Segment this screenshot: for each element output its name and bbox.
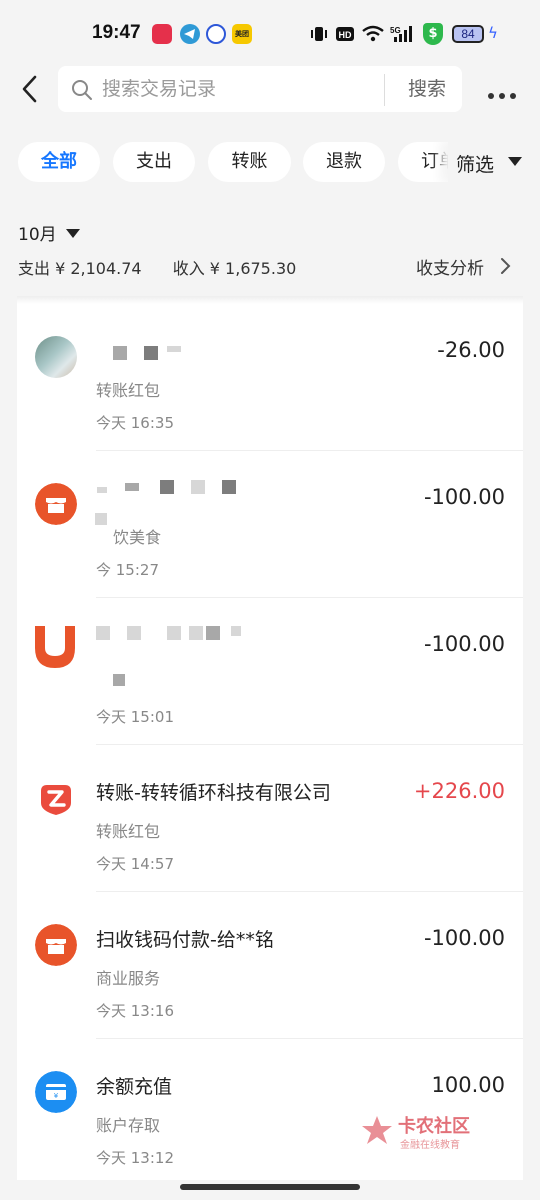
redacted-text bbox=[206, 626, 220, 640]
shop-icon bbox=[35, 924, 77, 966]
tab-expense[interactable]: 支出 bbox=[113, 142, 195, 182]
redacted-text bbox=[191, 480, 205, 494]
transaction-list: 转账红包 今天 16:35 -26.00 饮美食 今 15:27 -100.00 bbox=[17, 296, 523, 1180]
item-title: 转账-转转循环科技有限公司 bbox=[96, 782, 331, 804]
redacted-text bbox=[222, 480, 236, 494]
item-category: 转账红包 bbox=[96, 822, 161, 841]
battery-icon: 84 bbox=[452, 25, 484, 43]
header: 搜索 bbox=[0, 64, 540, 114]
redacted-text bbox=[144, 346, 158, 360]
redacted-text bbox=[160, 480, 174, 494]
month-label: 10月 bbox=[18, 225, 57, 245]
item-amount: -26.00 bbox=[437, 338, 505, 362]
filter-label: 筛选 bbox=[456, 154, 495, 176]
item-amount: -100.00 bbox=[423, 632, 505, 656]
recharge-icon: ¥ bbox=[35, 1071, 77, 1113]
shield-icon: $ bbox=[423, 23, 443, 45]
search-divider bbox=[384, 74, 385, 106]
shop-icon bbox=[35, 483, 77, 525]
chevron-right-icon[interactable] bbox=[498, 257, 512, 275]
item-time: 今 15:27 bbox=[96, 561, 159, 579]
status-bar: 19:47 美团 HD 5G $ 84 ϟ bbox=[0, 0, 540, 64]
redacted-text bbox=[113, 674, 125, 686]
analysis-link[interactable]: 收支分析 bbox=[416, 254, 484, 279]
item-category: 饮美食 bbox=[113, 528, 162, 547]
status-time: 19:47 bbox=[92, 22, 141, 43]
item-title: 余额充值 bbox=[96, 1076, 173, 1098]
item-time: 今天 14:57 bbox=[96, 855, 174, 873]
watermark-subtitle: 金融在线教育 bbox=[400, 1140, 460, 1151]
search-box[interactable]: 搜索 bbox=[58, 66, 462, 112]
month-selector[interactable]: 10月 bbox=[18, 220, 80, 246]
meituan-icon: 美团 bbox=[232, 24, 252, 44]
more-icon[interactable] bbox=[488, 84, 522, 99]
vibrate-icon bbox=[311, 27, 327, 41]
item-amount: -100.00 bbox=[423, 926, 505, 950]
svg-text:HD: HD bbox=[339, 30, 352, 40]
item-amount: -100.00 bbox=[423, 485, 505, 509]
kanong-logo-icon bbox=[362, 1116, 392, 1144]
caret-down-icon bbox=[66, 229, 80, 238]
month-totals: 支出 ¥ 2,104.74 收入 ¥ 1,675.30 bbox=[18, 255, 322, 279]
avatar bbox=[35, 336, 77, 378]
item-amount: 100.00 bbox=[431, 1073, 505, 1097]
list-item[interactable]: 转账-转转循环科技有限公司 转账红包 今天 14:57 +226.00 bbox=[17, 745, 523, 892]
tab-all[interactable]: 全部 bbox=[18, 142, 100, 182]
item-category: 账户存取 bbox=[96, 1116, 161, 1135]
magnet-icon bbox=[35, 626, 75, 668]
search-icon bbox=[72, 80, 92, 100]
redacted-text bbox=[189, 626, 203, 640]
item-time: 今天 16:35 bbox=[96, 414, 174, 432]
redacted-text bbox=[167, 346, 181, 352]
filter-button[interactable]: 筛选 bbox=[448, 140, 540, 184]
music-icon bbox=[152, 24, 172, 44]
watermark: 卡农社区 金融在线教育 bbox=[360, 1112, 480, 1152]
zhuanzhuan-icon bbox=[35, 777, 77, 819]
list-item[interactable]: 转账红包 今天 16:35 -26.00 bbox=[17, 304, 523, 451]
tab-transfer[interactable]: 转账 bbox=[208, 142, 291, 182]
item-time: 今天 13:16 bbox=[96, 1002, 174, 1020]
redacted-text bbox=[231, 626, 241, 636]
filter-tabs: 全部 支出 转账 退款 订单 筛选 bbox=[0, 140, 540, 184]
redacted-text bbox=[96, 626, 110, 640]
item-category: 商业服务 bbox=[96, 969, 161, 988]
redacted-text bbox=[125, 483, 139, 491]
home-indicator[interactable] bbox=[180, 1184, 360, 1190]
list-item[interactable]: ¥ 余额充值 账户存取 今天 13:12 100.00 bbox=[17, 1039, 523, 1180]
svg-text:¥: ¥ bbox=[54, 1092, 59, 1100]
redacted-text bbox=[113, 346, 127, 360]
income-total: 收入 ¥ 1,675.30 bbox=[172, 259, 297, 278]
watermark-title: 卡农社区 bbox=[398, 1116, 470, 1137]
back-icon[interactable] bbox=[16, 72, 46, 106]
item-time: 今天 13:12 bbox=[96, 1149, 174, 1167]
redacted-text bbox=[167, 626, 181, 640]
expense-total: 支出 ¥ 2,104.74 bbox=[18, 259, 142, 278]
list-item[interactable]: 扫收钱码付款-给**铭 商业服务 今天 13:16 -100.00 bbox=[17, 892, 523, 1039]
item-amount: +226.00 bbox=[413, 779, 505, 803]
svg-text:5G: 5G bbox=[390, 26, 401, 35]
telegram-icon bbox=[180, 24, 200, 44]
list-item[interactable]: 今天 15:01 -100.00 bbox=[17, 598, 523, 745]
baidu-icon bbox=[206, 24, 226, 44]
charging-icon: ϟ bbox=[488, 24, 498, 42]
redacted-text bbox=[95, 513, 107, 525]
list-item[interactable]: 饮美食 今 15:27 -100.00 bbox=[17, 451, 523, 598]
caret-down-icon bbox=[508, 157, 522, 166]
wifi-icon bbox=[362, 25, 384, 42]
tab-refund[interactable]: 退款 bbox=[303, 142, 385, 182]
redacted-text bbox=[127, 626, 141, 640]
5g-signal-icon: 5G bbox=[390, 26, 412, 42]
hd-icon: HD bbox=[336, 27, 354, 41]
search-input[interactable] bbox=[102, 66, 382, 112]
redacted-text bbox=[97, 487, 107, 493]
item-category: 转账红包 bbox=[96, 381, 161, 400]
search-button[interactable]: 搜索 bbox=[394, 66, 460, 112]
item-title: 扫收钱码付款-给**铭 bbox=[96, 929, 274, 951]
item-time: 今天 15:01 bbox=[96, 708, 174, 726]
